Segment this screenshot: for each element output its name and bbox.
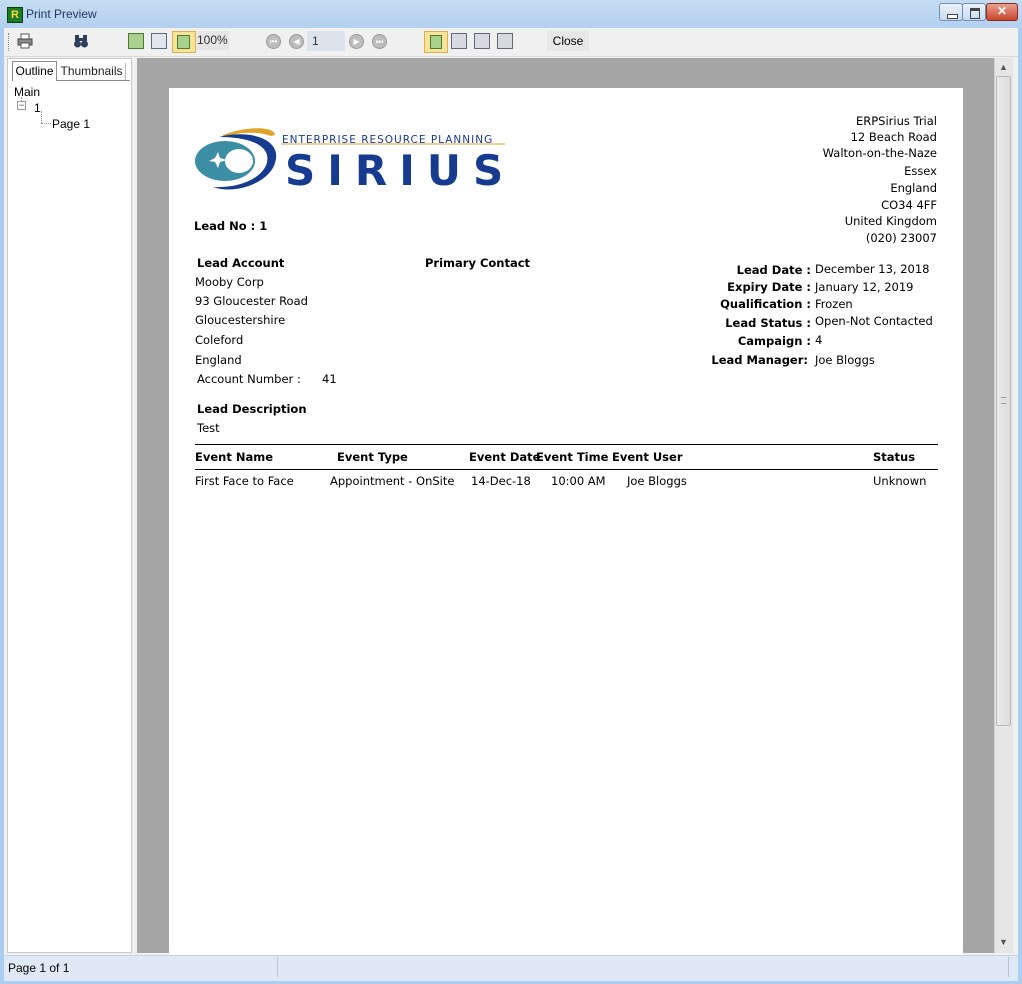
binoculars-icon[interactable] bbox=[73, 33, 89, 49]
page-setup-icon[interactable] bbox=[151, 33, 167, 49]
column-header: Event Time bbox=[536, 450, 609, 464]
account-line: England bbox=[195, 353, 242, 367]
status-separator bbox=[277, 957, 278, 977]
column-header: Event Date bbox=[469, 450, 541, 464]
detail-value: January 12, 2019 bbox=[815, 280, 914, 294]
tab-outline[interactable]: Outline bbox=[12, 61, 57, 81]
company-address-line: England bbox=[890, 181, 937, 195]
table-cell: Unknown bbox=[873, 474, 927, 488]
detail-label: Qualification : bbox=[720, 297, 811, 311]
account-line: 93 Gloucester Road bbox=[195, 294, 308, 308]
detail-value: 4 bbox=[815, 333, 823, 347]
status-separator bbox=[1008, 957, 1009, 977]
company-address-line: ERPSirius Trial bbox=[855, 114, 937, 128]
column-header: Status bbox=[873, 450, 916, 464]
tree-line bbox=[41, 123, 51, 125]
lead-description-value: Test bbox=[197, 421, 220, 435]
next-page-icon[interactable]: ▶ bbox=[349, 34, 364, 49]
table-cell: Joe Bloggs bbox=[627, 474, 687, 488]
detail-label: Lead Manager: bbox=[711, 353, 808, 367]
scroll-grip-icon bbox=[1001, 397, 1006, 404]
layout-multi-icon[interactable] bbox=[497, 33, 513, 49]
scroll-up-icon[interactable]: ▲ bbox=[995, 59, 1012, 76]
table-cell: Appointment - OnSite bbox=[330, 474, 455, 488]
toolbar-grip[interactable] bbox=[8, 33, 12, 51]
last-page-icon[interactable]: ⏭ bbox=[372, 34, 387, 49]
tab-divider bbox=[57, 80, 130, 81]
lead-description-label: Lead Description bbox=[197, 402, 307, 416]
account-number-label: Account Number : bbox=[197, 372, 301, 386]
table-header-rule bbox=[195, 469, 938, 470]
detail-value: December 13, 2018 bbox=[815, 262, 930, 276]
window-title: Print Preview bbox=[26, 7, 97, 21]
table-top-rule bbox=[195, 444, 938, 445]
prev-page-icon[interactable]: ◀ bbox=[289, 34, 304, 49]
table-cell: 14-Dec-18 bbox=[471, 474, 531, 488]
page-number-input[interactable] bbox=[307, 31, 345, 51]
layout-single-icon[interactable] bbox=[424, 31, 448, 53]
company-address-line: 12 Beach Road bbox=[850, 130, 937, 144]
layout-facing-icon[interactable] bbox=[474, 33, 490, 49]
layout-continuous-icon[interactable] bbox=[451, 33, 467, 49]
detail-label: Campaign : bbox=[737, 334, 811, 348]
account-line: Coleford bbox=[195, 333, 244, 347]
primary-contact-label: Primary Contact bbox=[425, 256, 531, 270]
logo-wordmark: SIRIUS bbox=[285, 146, 516, 195]
first-page-icon[interactable]: ⏮ bbox=[266, 34, 281, 49]
table-cell: First Face to Face bbox=[195, 474, 294, 488]
company-address-line: United Kingdom bbox=[844, 214, 937, 228]
table-cell: 10:00 AM bbox=[551, 474, 606, 488]
detail-label: Lead Status : bbox=[725, 316, 811, 330]
tree-line bbox=[41, 111, 43, 123]
lead-number: Lead No : 1 bbox=[194, 219, 268, 233]
lead-account-label: Lead Account bbox=[197, 256, 285, 270]
account-line: Mooby Corp bbox=[195, 275, 264, 289]
account-number-value: 41 bbox=[322, 372, 337, 386]
print-icon[interactable] bbox=[17, 33, 33, 49]
tree-item-page-1[interactable]: Page 1 bbox=[52, 117, 90, 131]
tree-collapse-icon[interactable]: − bbox=[17, 101, 26, 110]
detail-value: Joe Bloggs bbox=[815, 353, 875, 367]
outline-panel bbox=[7, 58, 132, 953]
tree-item-main[interactable]: Main bbox=[14, 85, 40, 99]
status-page-count: Page 1 of 1 bbox=[8, 961, 70, 975]
detail-value: Open-Not Contacted bbox=[815, 314, 933, 328]
detail-label: Expiry Date : bbox=[727, 280, 811, 294]
detail-label: Lead Date : bbox=[736, 263, 811, 277]
maximize-button[interactable] bbox=[962, 3, 986, 21]
detail-value: Frozen bbox=[815, 297, 853, 311]
zoom-toggle-icon[interactable] bbox=[172, 31, 196, 53]
company-address-line: Walton-on-the-Naze bbox=[822, 146, 937, 160]
single-page-icon[interactable] bbox=[128, 33, 144, 49]
title-bar bbox=[0, 0, 1022, 28]
window-close-button[interactable] bbox=[986, 3, 1018, 21]
account-line: Gloucestershire bbox=[195, 313, 286, 327]
scroll-down-icon[interactable]: ▼ bbox=[995, 934, 1012, 951]
close-button[interactable]: Close bbox=[547, 31, 589, 51]
minimize-button[interactable] bbox=[939, 3, 963, 21]
status-bar bbox=[4, 955, 1018, 981]
column-header: Event User bbox=[612, 450, 683, 464]
column-header: Event Name bbox=[195, 450, 274, 464]
logo-tagline: ENTERPRISE RESOURCE PLANNING bbox=[282, 134, 494, 146]
tree-item-1[interactable]: 1 bbox=[34, 101, 41, 115]
zoom-value[interactable]: 100% bbox=[197, 31, 229, 50]
company-address-line: Essex bbox=[904, 164, 937, 178]
company-address-line: CO34 4FF bbox=[881, 198, 937, 212]
company-address-line: (020) 23007 bbox=[865, 231, 937, 245]
column-header: Event Type bbox=[337, 450, 408, 464]
tab-thumbnails[interactable]: Thumbnails bbox=[58, 63, 126, 81]
app-icon: R bbox=[7, 7, 23, 23]
